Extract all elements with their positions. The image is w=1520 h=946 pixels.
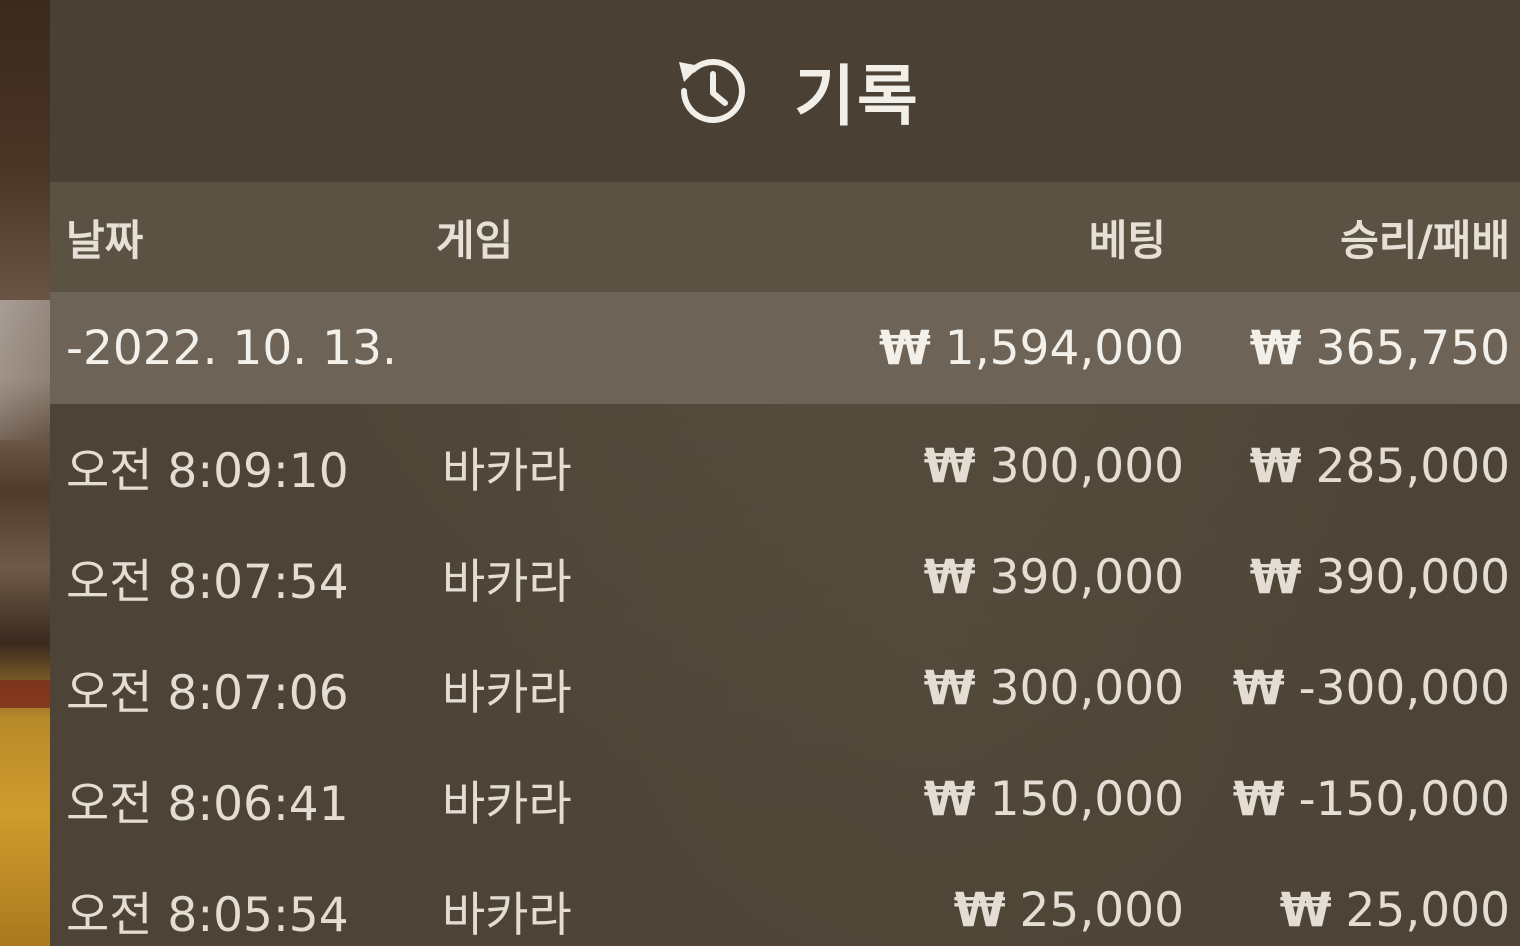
row-win-amount: -150,000: [1298, 771, 1510, 827]
row-bet: ₩ 150,000: [764, 743, 1184, 855]
column-header-date[interactable]: 날짜: [66, 182, 416, 292]
table-row[interactable]: 오전 8:07:54 바카라 ₩ 390,000 ₩ 390,000: [50, 521, 1520, 633]
row-win-amount: 25,000: [1345, 882, 1510, 938]
summary-bet-amount: 1,594,000: [944, 320, 1184, 376]
summary-date: -2022. 10. 13.: [66, 320, 397, 376]
row-win-loss: ₩ 390,000: [1190, 521, 1510, 633]
row-win-loss: ₩ 285,000: [1190, 410, 1510, 522]
column-header-game[interactable]: 게임: [436, 182, 736, 292]
background-stripe: [0, 680, 50, 708]
won-currency-icon: ₩: [1249, 549, 1302, 605]
table-row[interactable]: 오전 8:06:41 바카라 ₩ 150,000 ₩ -150,000: [50, 743, 1520, 855]
row-win-loss: ₩ 25,000: [1190, 854, 1510, 946]
column-header-win-loss[interactable]: 승리/패배: [1190, 182, 1510, 292]
column-header-bet[interactable]: 베팅: [746, 182, 1166, 292]
date-summary-row[interactable]: -2022. 10. 13. ₩ 1,594,000 ₩ 365,750: [50, 292, 1520, 404]
won-currency-icon: ₩: [923, 549, 976, 605]
background-game-scene: [0, 0, 50, 946]
won-currency-icon: ₩: [953, 882, 1006, 938]
row-game: 바카라: [442, 887, 572, 943]
won-currency-icon: ₩: [923, 660, 976, 716]
row-bet: ₩ 25,000: [764, 854, 1184, 946]
summary-win-amount: 365,750: [1315, 320, 1510, 376]
panel-title: 기록: [794, 58, 920, 135]
row-game: 바카라: [442, 665, 572, 721]
row-game: 바카라: [442, 443, 572, 499]
row-bet: ₩ 300,000: [764, 410, 1184, 522]
won-currency-icon: ₩: [923, 771, 976, 827]
row-time: 오전 8:07:06: [66, 665, 349, 721]
row-bet-amount: 300,000: [989, 438, 1184, 494]
summary-bet: ₩ 1,594,000: [764, 292, 1184, 404]
row-bet: ₩ 300,000: [764, 632, 1184, 744]
row-time: 오전 8:07:54: [66, 554, 349, 610]
panel-title-group: 기록: [670, 43, 919, 139]
app-root: 기록 날짜 게임 베팅 승리/패배 -2022. 10. 13. ₩ 1,594…: [0, 0, 1520, 946]
row-win-loss: ₩ -300,000: [1190, 632, 1510, 744]
row-bet-amount: 150,000: [989, 771, 1184, 827]
won-currency-icon: ₩: [923, 438, 976, 494]
background-highlight: [0, 300, 50, 440]
row-time: 오전 8:06:41: [66, 776, 349, 832]
row-win-loss: ₩ -150,000: [1190, 743, 1510, 855]
table-row[interactable]: 오전 8:07:06 바카라 ₩ 300,000 ₩ -300,000: [50, 632, 1520, 744]
row-bet: ₩ 390,000: [764, 521, 1184, 633]
won-currency-icon: ₩: [1249, 320, 1302, 376]
summary-win-loss: ₩ 365,750: [1190, 292, 1510, 404]
row-win-amount: 390,000: [1315, 549, 1510, 605]
won-currency-icon: ₩: [1232, 660, 1285, 716]
history-icon: [670, 48, 756, 134]
panel-header: 기록: [50, 0, 1520, 182]
row-game: 바카라: [442, 776, 572, 832]
row-bet-amount: 300,000: [989, 660, 1184, 716]
won-currency-icon: ₩: [1232, 771, 1285, 827]
won-currency-icon: ₩: [878, 320, 931, 376]
history-panel: 기록 날짜 게임 베팅 승리/패배 -2022. 10. 13. ₩ 1,594…: [50, 0, 1520, 946]
row-game: 바카라: [442, 554, 572, 610]
row-bet-amount: 25,000: [1019, 882, 1184, 938]
row-win-amount: -300,000: [1298, 660, 1510, 716]
won-currency-icon: ₩: [1249, 438, 1302, 494]
row-win-amount: 285,000: [1315, 438, 1510, 494]
table-row[interactable]: 오전 8:05:54 바카라 ₩ 25,000 ₩ 25,000: [50, 854, 1520, 946]
row-time: 오전 8:09:10: [66, 443, 349, 499]
row-time: 오전 8:05:54: [66, 887, 349, 943]
table-row[interactable]: 오전 8:09:10 바카라 ₩ 300,000 ₩ 285,000: [50, 410, 1520, 522]
table-header-row: 날짜 게임 베팅 승리/패배: [50, 182, 1520, 292]
won-currency-icon: ₩: [1279, 882, 1332, 938]
row-bet-amount: 390,000: [989, 549, 1184, 605]
